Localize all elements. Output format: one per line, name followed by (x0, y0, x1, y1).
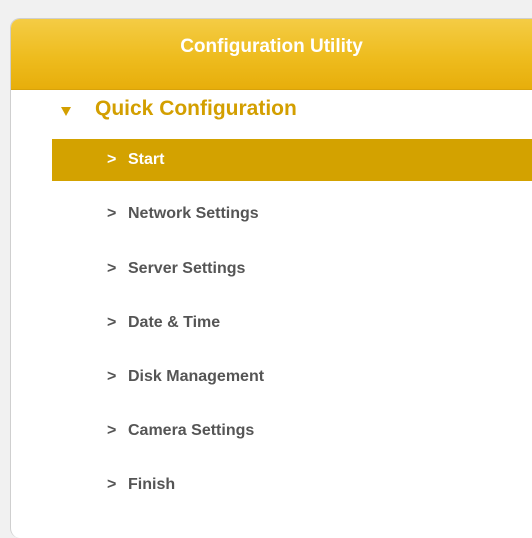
menu-item-label: Network Settings (128, 205, 259, 222)
quick-configuration-section[interactable]: Quick Configuration (11, 89, 532, 135)
menu-item-label: Finish (128, 476, 176, 493)
chevron-right-icon: > (107, 151, 117, 168)
menu-item-start[interactable]: > Start (52, 139, 532, 181)
menu-item-network-settings[interactable]: > Network Settings (52, 193, 532, 235)
panel-title: Configuration Utility (180, 36, 363, 57)
section-title[interactable]: Quick Configuration (95, 97, 297, 121)
menu-item-label: Disk Management (128, 368, 265, 385)
chevron-right-icon: > (107, 422, 117, 439)
menu-item-server-settings[interactable]: > Server Settings (52, 248, 532, 290)
chevron-right-icon: > (107, 368, 117, 385)
chevron-right-icon: > (107, 476, 117, 493)
menu-item-finish[interactable]: > Finish (52, 464, 532, 506)
triangle-down-icon[interactable] (61, 107, 71, 116)
chevron-right-icon: > (107, 260, 117, 277)
config-panel: Configuration Utility Quick Configuratio… (10, 18, 532, 538)
chevron-right-icon: > (107, 205, 117, 222)
panel-header: Configuration Utility (11, 19, 532, 90)
chevron-right-icon: > (107, 314, 117, 331)
menu-item-disk-management[interactable]: > Disk Management (52, 356, 532, 398)
menu-item-label: Camera Settings (128, 422, 255, 439)
menu-item-camera-settings[interactable]: > Camera Settings (52, 410, 532, 452)
menu-item-label: Start (128, 151, 165, 168)
menu-item-label: Date & Time (128, 314, 221, 331)
menu-item-date-time[interactable]: > Date & Time (52, 302, 532, 344)
menu-item-label: Server Settings (128, 260, 246, 277)
